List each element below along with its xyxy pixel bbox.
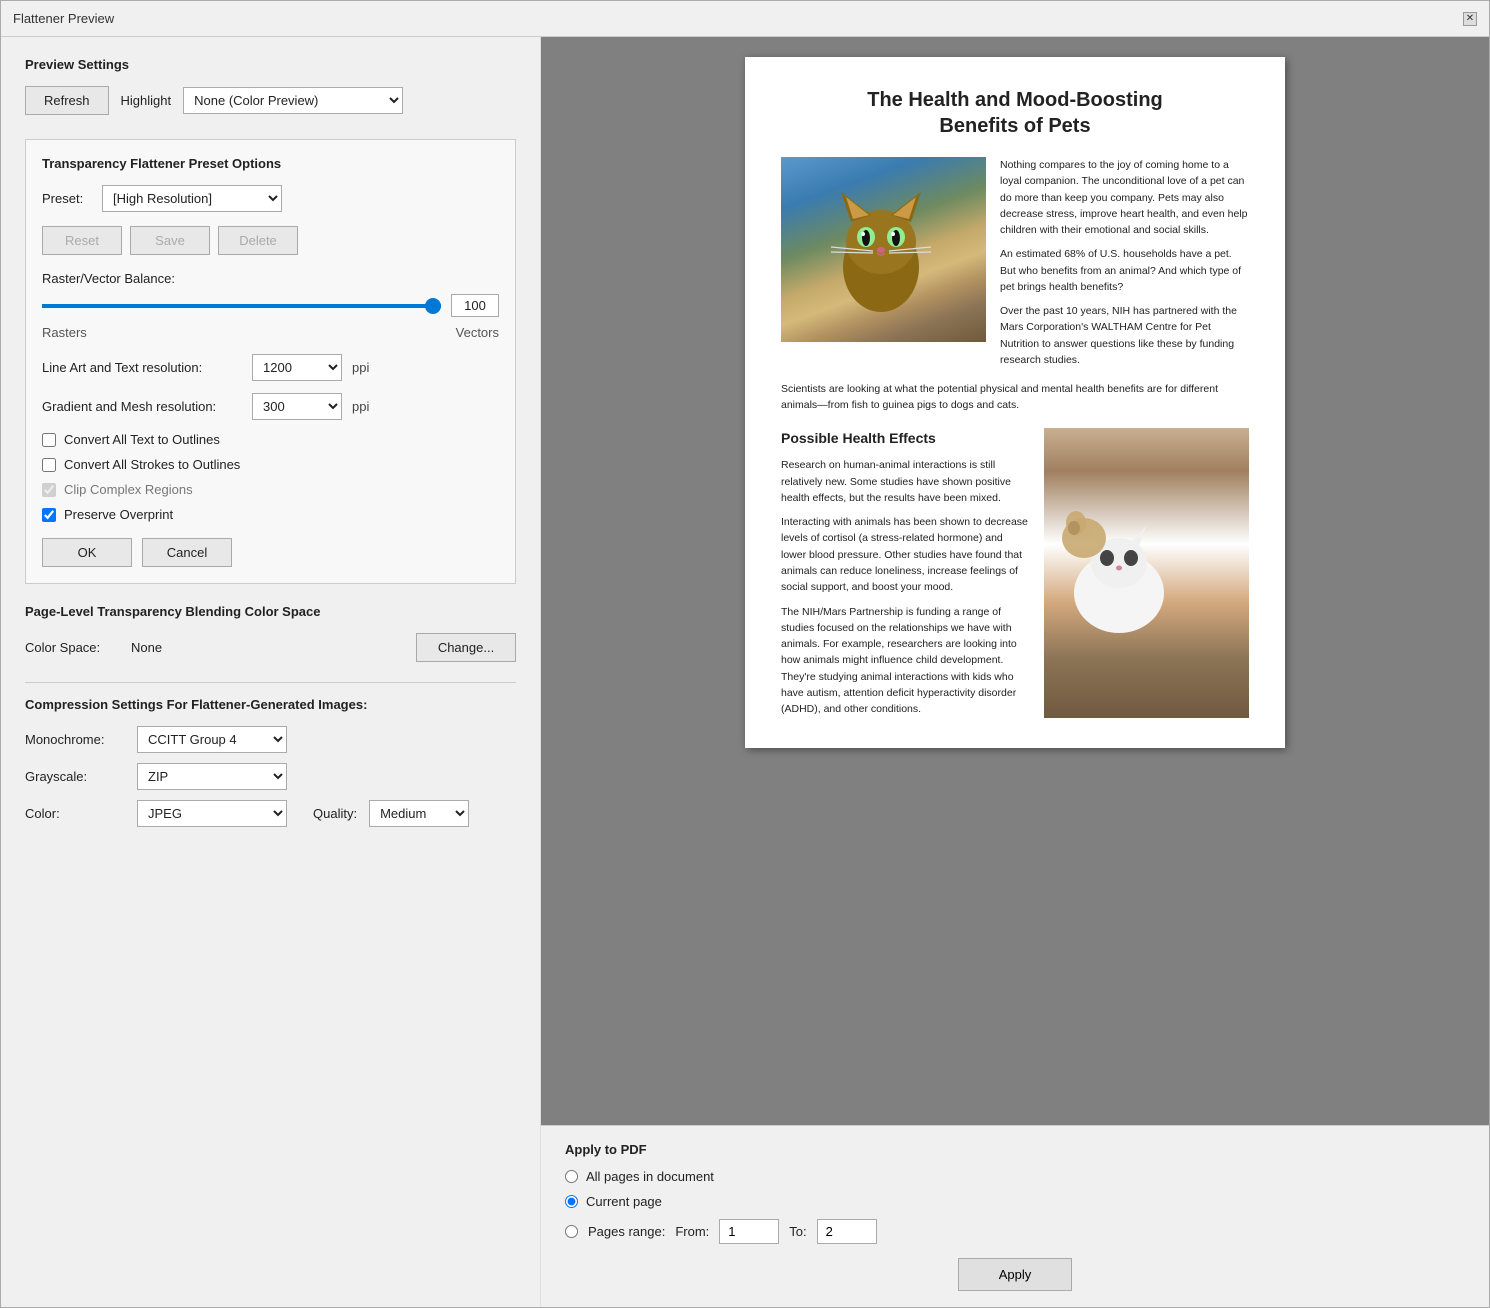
- convert-text-checkbox[interactable]: [42, 433, 56, 447]
- compression-section: Compression Settings For Flattener-Gener…: [25, 697, 516, 827]
- line-art-unit: ppi: [352, 360, 369, 375]
- apply-button[interactable]: Apply: [958, 1258, 1073, 1291]
- close-button[interactable]: ✕: [1463, 12, 1477, 26]
- cat-image: [781, 157, 986, 342]
- gradient-label: Gradient and Mesh resolution:: [42, 399, 242, 414]
- from-label: From:: [675, 1224, 709, 1239]
- from-input[interactable]: [719, 1219, 779, 1244]
- preset-select[interactable]: [High Resolution] [Medium Resolution] [L…: [102, 185, 282, 212]
- reset-button[interactable]: Reset: [42, 226, 122, 255]
- flattener-title: Transparency Flattener Preset Options: [42, 156, 499, 171]
- cancel-button[interactable]: Cancel: [142, 538, 232, 567]
- gradient-unit: ppi: [352, 399, 369, 414]
- doc-title: The Health and Mood-BoostingBenefits of …: [781, 87, 1249, 139]
- doc-top-section: Nothing compares to the joy of coming ho…: [781, 157, 1249, 368]
- document-page: The Health and Mood-BoostingBenefits of …: [745, 57, 1285, 748]
- rasters-label: Rasters: [42, 325, 87, 340]
- line-art-label: Line Art and Text resolution:: [42, 360, 242, 375]
- apply-pdf-title: Apply to PDF: [565, 1142, 1465, 1157]
- current-page-label: Current page: [586, 1194, 662, 1209]
- pages-range-label: Pages range:: [588, 1224, 665, 1239]
- page-level-title: Page-Level Transparency Blending Color S…: [25, 604, 516, 619]
- grayscale-label: Grayscale:: [25, 769, 125, 784]
- ok-button[interactable]: OK: [42, 538, 132, 567]
- gradient-select[interactable]: 300 150 72: [252, 393, 342, 420]
- doc-top-text: Nothing compares to the joy of coming ho…: [1000, 157, 1249, 368]
- all-pages-row: All pages in document: [565, 1169, 1465, 1184]
- current-page-radio[interactable]: [565, 1195, 578, 1208]
- page-level-section: Page-Level Transparency Blending Color S…: [25, 604, 516, 662]
- left-panel: Preview Settings Refresh Highlight None …: [1, 37, 541, 1307]
- vectors-label: Vectors: [456, 325, 499, 340]
- change-button[interactable]: Change...: [416, 633, 516, 662]
- all-pages-radio[interactable]: [565, 1170, 578, 1183]
- dog-cat-svg: [1054, 438, 1174, 638]
- preserve-overprint-row: Preserve Overprint: [42, 507, 499, 522]
- flattener-section: Transparency Flattener Preset Options Pr…: [25, 139, 516, 584]
- right-panel: The Health and Mood-BoostingBenefits of …: [541, 37, 1489, 1307]
- preview-settings-section: Preview Settings Refresh Highlight None …: [25, 57, 516, 115]
- convert-strokes-row: Convert All Strokes to Outlines: [42, 457, 499, 472]
- convert-text-label: Convert All Text to Outlines: [64, 432, 220, 447]
- monochrome-label: Monochrome:: [25, 732, 125, 747]
- convert-strokes-label: Convert All Strokes to Outlines: [64, 457, 240, 472]
- pages-range-radio[interactable]: [565, 1225, 578, 1238]
- raster-vector-label: Raster/Vector Balance:: [42, 271, 499, 286]
- doc-bottom-text: Possible Health Effects Research on huma…: [781, 428, 1030, 718]
- clip-complex-row: Clip Complex Regions: [42, 482, 499, 497]
- color-space-value: None: [131, 640, 162, 655]
- quality-label: Quality:: [313, 806, 357, 821]
- delete-button[interactable]: Delete: [218, 226, 298, 255]
- quality-select[interactable]: Low Medium High Maximum: [369, 800, 469, 827]
- highlight-label: Highlight: [121, 93, 172, 108]
- section2-title: Possible Health Effects: [781, 428, 1030, 450]
- highlight-select[interactable]: None (Color Preview) All Rasterized Regi…: [183, 87, 403, 114]
- cat-svg: [821, 177, 941, 317]
- preserve-overprint-checkbox[interactable]: [42, 508, 56, 522]
- save-button[interactable]: Save: [130, 226, 210, 255]
- color-space-label: Color Space:: [25, 640, 115, 655]
- preset-label: Preset:: [42, 191, 92, 206]
- compression-title: Compression Settings For Flattener-Gener…: [25, 697, 516, 712]
- color-label: Color:: [25, 806, 125, 821]
- refresh-button[interactable]: Refresh: [25, 86, 109, 115]
- dog-cat-image: [1044, 428, 1249, 718]
- titlebar: Flattener Preview ✕: [1, 1, 1489, 37]
- doc-preview-area: The Health and Mood-BoostingBenefits of …: [541, 37, 1489, 1125]
- preserve-overprint-label: Preserve Overprint: [64, 507, 173, 522]
- color-select[interactable]: JPEG ZIP None: [137, 800, 287, 827]
- clip-complex-checkbox: [42, 483, 56, 497]
- to-input[interactable]: [817, 1219, 877, 1244]
- convert-text-row: Convert All Text to Outlines: [42, 432, 499, 447]
- convert-strokes-checkbox[interactable]: [42, 458, 56, 472]
- flattener-preview-window: Flattener Preview ✕ Preview Settings Ref…: [0, 0, 1490, 1308]
- doc-bottom-section: Possible Health Effects Research on huma…: [781, 428, 1249, 718]
- grayscale-select[interactable]: ZIP JPEG None: [137, 763, 287, 790]
- line-art-select[interactable]: 1200 600 300 150: [252, 354, 342, 381]
- all-pages-label: All pages in document: [586, 1169, 714, 1184]
- monochrome-select[interactable]: CCITT Group 4 CCITT Group 3 ZIP LZW None: [137, 726, 287, 753]
- pages-range-row: Pages range: From: To:: [565, 1219, 1465, 1244]
- doc-caption: Scientists are looking at what the poten…: [781, 382, 1249, 414]
- window-title: Flattener Preview: [13, 11, 114, 26]
- raster-vector-slider[interactable]: [42, 304, 441, 308]
- to-label: To:: [789, 1224, 806, 1239]
- apply-to-pdf-section: Apply to PDF All pages in document Curre…: [541, 1125, 1489, 1307]
- current-page-row: Current page: [565, 1194, 1465, 1209]
- preview-settings-title: Preview Settings: [25, 57, 516, 72]
- slider-value: 100: [451, 294, 499, 317]
- clip-complex-label: Clip Complex Regions: [64, 482, 193, 497]
